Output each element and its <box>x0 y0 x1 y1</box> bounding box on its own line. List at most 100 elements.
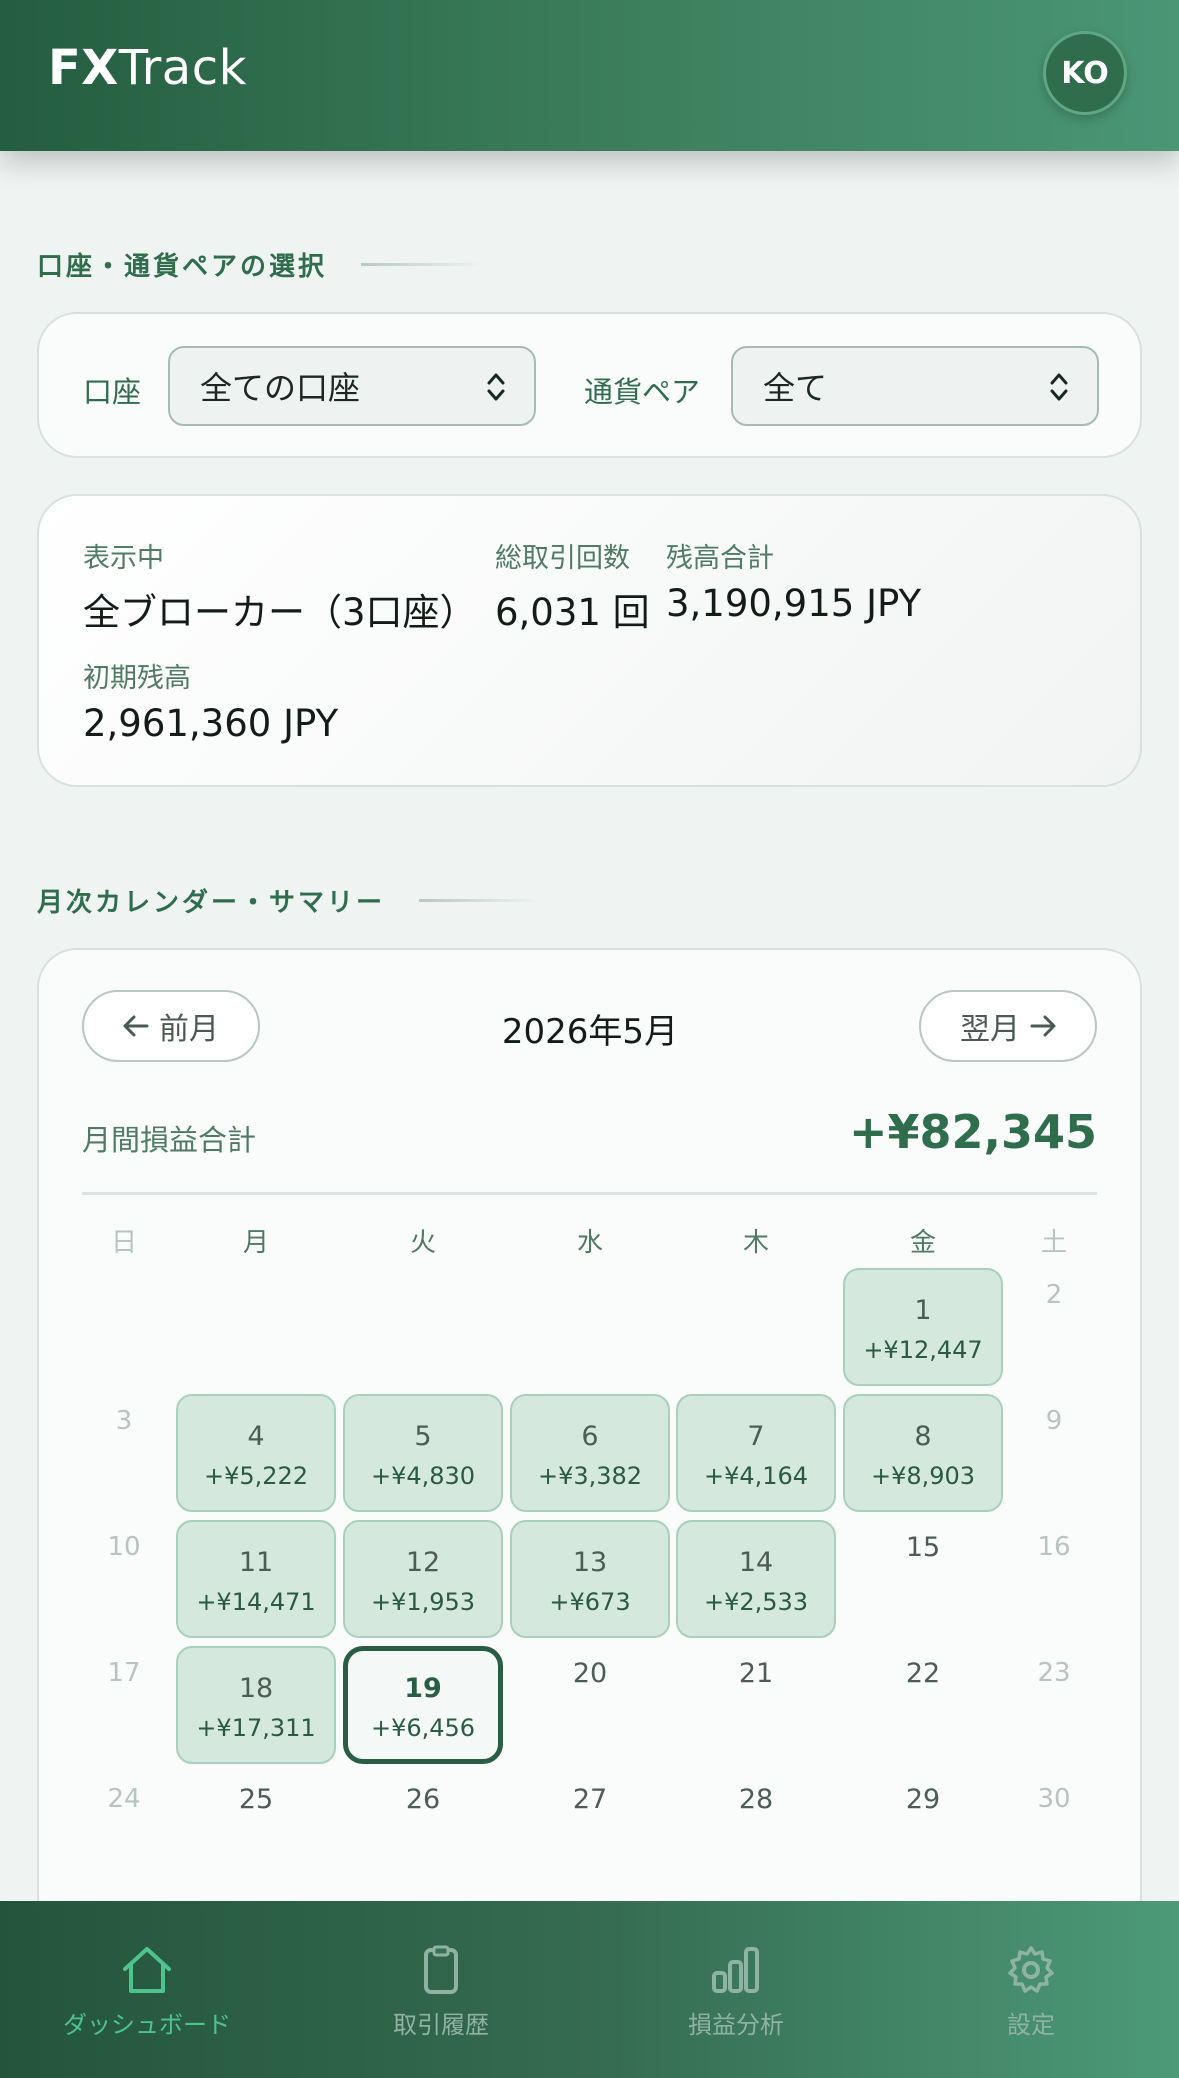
showing-label: 表示中 <box>83 543 164 574</box>
day-number: 15 <box>905 1532 941 1563</box>
monthly-pl-label: 月間損益合計 <box>82 1123 257 1157</box>
calendar-day[interactable]: 7 +¥4,164 <box>676 1394 836 1512</box>
pair-select[interactable]: 全て <box>731 346 1099 426</box>
title-divider <box>419 899 540 902</box>
arrow-left-icon <box>123 1015 149 1037</box>
selection-card: 口座 全ての口座 通貨ペア 全て <box>37 312 1142 458</box>
day-number: 21 <box>738 1658 774 1689</box>
balance-value: 3,190,915 JPY <box>666 582 922 625</box>
calendar-day[interactable]: 16 <box>1004 1532 1104 1582</box>
day-number: 22 <box>905 1658 941 1689</box>
home-icon <box>123 1947 171 1993</box>
calendar-day[interactable]: 15 <box>873 1532 973 1582</box>
next-month-button[interactable]: 翌月 <box>919 990 1097 1062</box>
calendar-day[interactable]: 20 <box>540 1658 640 1708</box>
day-pl-value: +¥673 <box>549 1588 631 1616</box>
day-number: 29 <box>905 1784 941 1815</box>
day-number: 23 <box>1037 1658 1071 1688</box>
calendar-day[interactable]: 8 +¥8,903 <box>843 1394 1003 1512</box>
calendar-day[interactable]: 12 +¥1,953 <box>343 1520 503 1638</box>
initial-balance-value: 2,961,360 JPY <box>83 702 339 745</box>
calendar-day[interactable]: 14 +¥2,533 <box>676 1520 836 1638</box>
prev-month-button[interactable]: 前月 <box>82 990 260 1062</box>
calendar-day[interactable]: 27 <box>540 1784 640 1834</box>
day-pl-value: +¥5,222 <box>203 1462 309 1490</box>
calendar-day[interactable]: 22 <box>873 1658 973 1708</box>
weekday-header: 木 <box>742 1228 769 1258</box>
account-select[interactable]: 全ての口座 <box>168 346 536 426</box>
calendar-day[interactable]: 30 <box>1004 1784 1104 1834</box>
tab-settings[interactable]: 設定 <box>921 1945 1141 2040</box>
calendar-day[interactable]: 5 +¥4,830 <box>343 1394 503 1512</box>
tab-pl-analysis[interactable]: 損益分析 <box>626 1945 846 2040</box>
arrow-right-icon <box>1030 1015 1056 1037</box>
day-pl-value: +¥8,903 <box>870 1462 976 1490</box>
day-number: 3 <box>115 1406 133 1436</box>
calendar-day[interactable]: 18 +¥17,311 <box>176 1646 336 1764</box>
day-number: 19 <box>404 1673 442 1704</box>
chevron-updown-icon <box>487 373 505 401</box>
weekday-header: 土 <box>1040 1228 1067 1258</box>
chevron-updown-icon <box>1050 373 1068 401</box>
calendar-day[interactable]: 26 <box>373 1784 473 1834</box>
weekday-header: 金 <box>909 1228 936 1258</box>
calendar-day[interactable]: 4 +¥5,222 <box>176 1394 336 1512</box>
calendar-day[interactable]: 24 <box>74 1784 174 1834</box>
weekday-header: 火 <box>409 1228 436 1258</box>
day-pl-value: +¥1,953 <box>370 1588 476 1616</box>
calendar-day[interactable]: 10 <box>74 1532 174 1582</box>
weekday-header: 水 <box>576 1228 603 1258</box>
calendar-day[interactable]: 28 <box>706 1784 806 1834</box>
calendar-day-today[interactable]: 19 +¥6,456 <box>343 1646 503 1764</box>
selection-section-title: 口座・通貨ペアの選択 <box>37 246 482 283</box>
day-number: 18 <box>238 1673 274 1704</box>
app-logo[interactable]: FXTrack <box>48 40 247 96</box>
day-pl-value: +¥4,830 <box>370 1462 476 1490</box>
calendar-day[interactable]: 29 <box>873 1784 973 1834</box>
day-number: 14 <box>738 1547 774 1578</box>
calendar-day[interactable]: 21 <box>706 1658 806 1708</box>
day-number: 12 <box>405 1547 441 1578</box>
calendar-section-title: 月次カレンダー・サマリー <box>37 882 540 919</box>
trades-value: 6,031 回 <box>495 591 650 634</box>
calendar-day[interactable]: 11 +¥14,471 <box>176 1520 336 1638</box>
day-number: 30 <box>1037 1784 1071 1814</box>
calendar-day[interactable]: 9 <box>1004 1406 1104 1456</box>
day-pl-value: +¥4,164 <box>703 1462 809 1490</box>
calendar-day[interactable]: 1 +¥12,447 <box>843 1268 1003 1386</box>
gear-icon <box>1008 1946 1054 1993</box>
calendar-day[interactable]: 2 <box>1004 1280 1104 1330</box>
calendar-day[interactable]: 13 +¥673 <box>510 1520 670 1638</box>
avatar[interactable]: KO <box>1043 31 1127 115</box>
day-number: 24 <box>107 1784 141 1814</box>
initial-balance-label: 初期残高 <box>83 663 191 694</box>
showing-value: 全ブローカー（3口座） <box>83 591 477 634</box>
calendar-day[interactable]: 25 <box>206 1784 306 1834</box>
day-number: 2 <box>1045 1280 1063 1310</box>
day-pl-value: +¥14,471 <box>196 1588 316 1616</box>
calendar-day[interactable]: 17 <box>74 1658 174 1708</box>
day-number: 20 <box>572 1658 608 1689</box>
day-number: 6 <box>581 1421 599 1452</box>
day-pl-value: +¥6,456 <box>370 1714 476 1742</box>
day-pl-value: +¥12,447 <box>863 1336 983 1364</box>
calendar-day[interactable]: 6 +¥3,382 <box>510 1394 670 1512</box>
day-number: 28 <box>738 1784 774 1815</box>
calendar-day[interactable]: 3 <box>74 1406 174 1456</box>
day-number: 4 <box>247 1421 265 1452</box>
monthly-pl-value: +¥82,345 <box>848 1105 1097 1159</box>
day-number: 17 <box>107 1658 141 1688</box>
day-pl-value: +¥17,311 <box>196 1714 316 1742</box>
summary-card: 表示中 全ブローカー（3口座） 総取引回数 6,031 回 残高合計 3,190… <box>37 494 1142 787</box>
clipboard-icon <box>424 1945 458 1994</box>
day-number: 7 <box>747 1421 765 1452</box>
calendar-divider <box>82 1192 1097 1195</box>
app-header: FXTrack KO <box>0 0 1179 151</box>
day-number: 25 <box>238 1784 274 1815</box>
tab-dashboard[interactable]: ダッシュボード <box>37 1945 257 2040</box>
tab-trade-history[interactable]: 取引履歴 <box>331 1945 551 2040</box>
day-number: 27 <box>572 1784 608 1815</box>
bar-chart-icon <box>712 1947 759 1993</box>
balance-label: 残高合計 <box>666 543 774 574</box>
calendar-day[interactable]: 23 <box>1004 1658 1104 1708</box>
